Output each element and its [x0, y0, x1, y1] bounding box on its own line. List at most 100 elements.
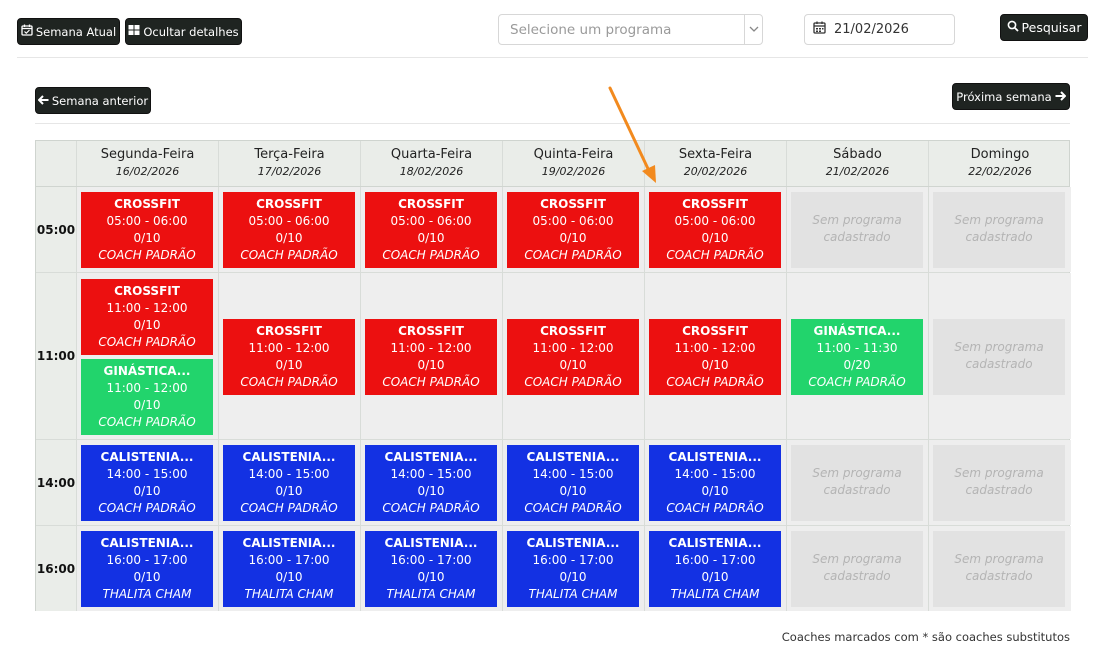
day-date: 16/02/2026 — [115, 165, 180, 178]
class-title: CROSSFIT — [682, 324, 748, 338]
class-card[interactable]: CALISTENIA... 16:00 - 17:00 0/10 THALITA CH… — [365, 531, 497, 607]
class-card[interactable]: CALISTENIA... 16:00 - 17:00 0/10 THALITA CH… — [649, 531, 781, 607]
schedule-cell: CROSSFIT 11:00 - 12:00 0/10 COACH PADRÃO — [503, 273, 645, 439]
class-coach: COACH PADRÃO — [240, 375, 338, 389]
class-coach: COACH PADRÃO — [524, 375, 622, 389]
class-hours: 11:00 - 12:00 — [674, 341, 756, 355]
class-card[interactable]: GINÁSTICA... 11:00 - 11:30 0/20 COACH PADRÃ… — [791, 319, 923, 395]
class-hours: 16:00 - 17:00 — [106, 553, 188, 567]
class-hours: 16:00 - 17:00 — [248, 553, 330, 567]
class-capacity: 0/10 — [275, 358, 303, 372]
class-card[interactable]: CROSSFIT 11:00 - 12:00 0/10 COACH PADRÃO — [507, 319, 639, 395]
class-hours: 11:00 - 12:00 — [390, 341, 472, 355]
class-capacity: 0/10 — [559, 231, 587, 245]
arrow-left-icon — [37, 94, 49, 108]
class-card[interactable]: CROSSFIT 11:00 - 12:00 0/10 COACH PADRÃO — [81, 279, 213, 355]
class-card[interactable]: CROSSFIT 11:00 - 12:00 0/10 COACH PADRÃO — [649, 319, 781, 395]
divider — [35, 123, 1070, 124]
class-capacity: 0/20 — [843, 358, 871, 372]
schedule-cell: CALISTENIA... 16:00 - 17:00 0/10 THALITA CH… — [219, 526, 361, 611]
class-card[interactable]: CROSSFIT 11:00 - 12:00 0/10 COACH PADRÃO — [223, 319, 355, 395]
calendar-check-icon — [21, 24, 33, 39]
day-date: 19/02/2026 — [541, 165, 606, 178]
next-week-label: Próxima semana — [956, 89, 1052, 104]
class-capacity: 0/10 — [275, 570, 303, 584]
class-hours: 11:00 - 11:30 — [816, 341, 898, 355]
class-card[interactable]: CALISTENIA... 14:00 - 15:00 0/10 COACH PADR… — [81, 445, 213, 521]
class-card[interactable]: CROSSFIT 05:00 - 06:00 0/10 COACH PADRÃO — [507, 192, 639, 268]
class-card[interactable]: CALISTENIA... 16:00 - 17:00 0/10 THALITA CH… — [507, 531, 639, 607]
schedule-cell: CALISTENIA... 16:00 - 17:00 0/10 THALITA CH… — [77, 526, 219, 611]
class-capacity: 0/10 — [559, 358, 587, 372]
class-coach: COACH PADRÃO — [666, 375, 764, 389]
footnote: Coaches marcados com * são coaches subst… — [781, 630, 1070, 644]
schedule-cell: Sem programa cadastrado — [787, 187, 929, 272]
schedule-cell: CALISTENIA... 14:00 - 15:00 0/10 COACH PADR… — [503, 440, 645, 525]
class-title: CROSSFIT — [256, 324, 322, 338]
class-card[interactable]: CALISTENIA... 16:00 - 17:00 0/10 THALITA CH… — [81, 531, 213, 607]
class-card[interactable]: CALISTENIA... 14:00 - 15:00 0/10 COACH PADR… — [365, 445, 497, 521]
class-coach: COACH PADRÃO — [98, 335, 196, 349]
day-header-3: Quinta-Feira 19/02/2026 — [503, 141, 645, 186]
class-card[interactable]: CALISTENIA... 16:00 - 17:00 0/10 THALITA CH… — [223, 531, 355, 607]
divider — [17, 57, 1088, 58]
day-header-6: Domingo 22/02/2026 — [929, 141, 1071, 186]
class-card[interactable]: CALISTENIA... 14:00 - 15:00 0/10 COACH PADR… — [649, 445, 781, 521]
day-date: 21/02/2026 — [825, 165, 890, 178]
class-title: CALISTENIA... — [100, 450, 194, 464]
class-title: CROSSFIT — [114, 197, 180, 211]
class-card[interactable]: CROSSFIT 05:00 - 06:00 0/10 COACH PADRÃO — [81, 192, 213, 268]
class-card[interactable]: CROSSFIT 05:00 - 06:00 0/10 COACH PADRÃO — [365, 192, 497, 268]
class-capacity: 0/10 — [701, 231, 729, 245]
next-week-button[interactable]: Próxima semana — [952, 83, 1070, 110]
previous-week-button[interactable]: Semana anterior — [35, 87, 151, 114]
day-date: 22/02/2026 — [968, 165, 1032, 178]
class-card[interactable]: CALISTENIA... 14:00 - 15:00 0/10 COACH PADR… — [223, 445, 355, 521]
class-capacity: 0/10 — [701, 484, 729, 498]
class-coach: THALITA CHAM — [244, 587, 334, 601]
class-coach: COACH PADRÃO — [382, 501, 480, 515]
schedule-cell: CALISTENIA... 16:00 - 17:00 0/10 THALITA CH… — [645, 526, 787, 611]
class-hours: 14:00 - 15:00 — [674, 467, 756, 481]
time-label: 11:00 — [36, 273, 77, 439]
class-hours: 05:00 - 06:00 — [674, 214, 756, 228]
class-title: CROSSFIT — [682, 197, 748, 211]
class-hours: 11:00 - 12:00 — [248, 341, 330, 355]
schedule-header: Segunda-Feira 16/02/2026 Terça-Feira 17/02/… — [36, 141, 1069, 187]
program-select[interactable]: Selecione um programa — [498, 14, 763, 45]
class-hours: 16:00 - 17:00 — [674, 553, 756, 567]
class-card[interactable]: CROSSFIT 05:00 - 06:00 0/10 COACH PADRÃO — [649, 192, 781, 268]
class-hours: 05:00 - 06:00 — [390, 214, 472, 228]
schedule-row-0500: 05:00 CROSSFIT 05:00 - 06:00 0/10 COACH PADR… — [36, 187, 1071, 273]
day-header-0: Segunda-Feira 16/02/2026 — [77, 141, 219, 186]
date-field[interactable]: 21/02/2026 — [804, 14, 955, 45]
class-hours: 11:00 - 12:00 — [106, 301, 188, 315]
current-week-label: Semana Atual — [35, 24, 117, 39]
class-coach: COACH PADRÃO — [524, 248, 622, 262]
class-capacity: 0/10 — [417, 358, 445, 372]
class-coach: THALITA CHAM — [386, 587, 476, 601]
class-card[interactable]: CROSSFIT 05:00 - 06:00 0/10 COACH PADRÃO — [223, 192, 355, 268]
class-title: CROSSFIT — [540, 324, 606, 338]
calendar-icon — [813, 21, 826, 38]
class-hours: 11:00 - 12:00 — [106, 381, 188, 395]
class-title: CALISTENIA... — [526, 450, 620, 464]
class-coach: COACH PADRÃO — [524, 501, 622, 515]
class-card[interactable]: GINÁSTICA... 11:00 - 12:00 0/10 COACH PADRÃ… — [81, 359, 213, 435]
class-card[interactable]: CALISTENIA... 14:00 - 15:00 0/10 COACH PADR… — [507, 445, 639, 521]
class-hours: 14:00 - 15:00 — [106, 467, 188, 481]
class-coach: THALITA CHAM — [102, 587, 192, 601]
current-week-button[interactable]: Semana Atual — [17, 18, 120, 45]
class-hours: 05:00 - 06:00 — [106, 214, 188, 228]
class-title: CALISTENIA... — [242, 450, 336, 464]
day-date: 20/02/2026 — [683, 165, 748, 178]
search-button[interactable]: Pesquisar — [1000, 14, 1088, 41]
time-label: 05:00 — [36, 187, 77, 272]
class-hours: 16:00 - 17:00 — [390, 553, 472, 567]
class-title: GINÁSTICA... — [103, 364, 191, 378]
class-card[interactable]: CROSSFIT 11:00 - 12:00 0/10 COACH PADRÃO — [365, 319, 497, 395]
schedule-cell: CALISTENIA... 14:00 - 15:00 0/10 COACH PADR… — [361, 440, 503, 525]
class-coach: THALITA CHAM — [528, 587, 618, 601]
day-header-1: Terça-Feira 17/02/2026 — [219, 141, 361, 186]
hide-details-button[interactable]: Ocultar detalhes — [125, 18, 242, 45]
